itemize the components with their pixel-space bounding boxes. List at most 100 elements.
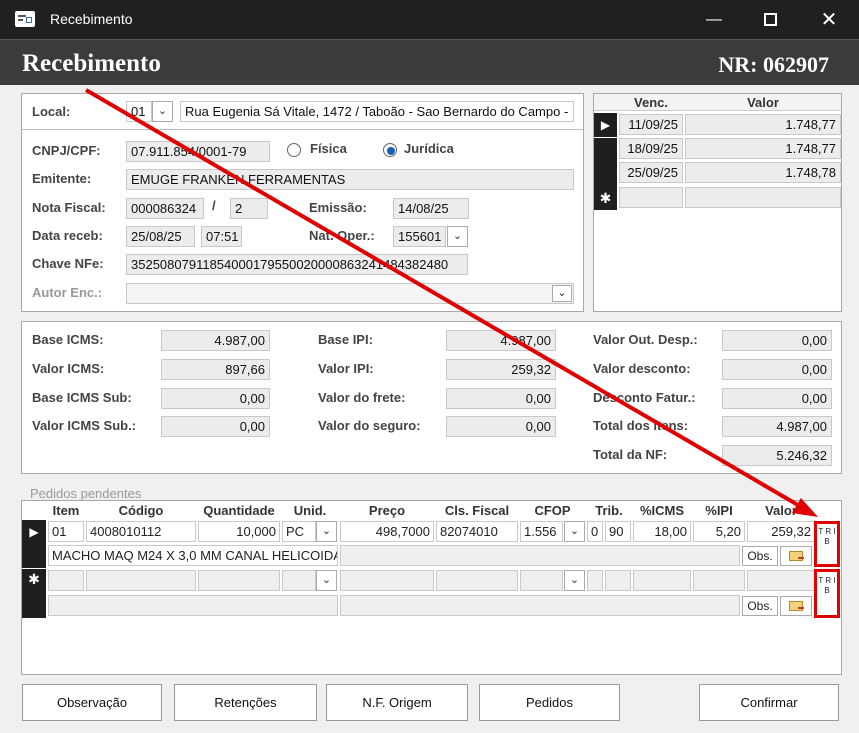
venc-valor-cell[interactable]: 1.748,78 <box>685 162 841 183</box>
venc-date-cell[interactable]: 25/09/25 <box>619 162 683 183</box>
window-title: Recebimento <box>50 11 133 27</box>
chevron-down-icon[interactable]: ⌄ <box>316 521 337 542</box>
col-preco-header: Preço <box>368 503 406 518</box>
total-itens-field[interactable]: 4.987,00 <box>722 416 832 437</box>
new-unid-cell[interactable] <box>282 570 316 591</box>
venc-valor-cell[interactable]: 1.748,77 <box>685 114 841 135</box>
observacao-button[interactable]: Observação <box>22 684 162 721</box>
new-trib1-cell[interactable] <box>587 570 603 591</box>
chevron-down-icon[interactable]: ⌄ <box>564 521 585 542</box>
new-valor-cell[interactable] <box>747 570 815 591</box>
new-ipi-cell[interactable] <box>693 570 745 591</box>
item-trib-cst-cell[interactable]: 90 <box>605 521 631 542</box>
venc-date-cell[interactable]: 18/09/25 <box>619 138 683 159</box>
new-cfop-cell[interactable] <box>520 570 563 591</box>
valor-icms-sub-field[interactable]: 0,00 <box>161 416 270 437</box>
minimize-icon[interactable]: — <box>694 6 734 34</box>
item-preco-cell[interactable]: 498,7000 <box>340 521 434 542</box>
valor-ipi-field[interactable]: 259,32 <box>446 359 556 380</box>
close-icon[interactable]: ✕ <box>809 6 849 34</box>
local-label: Local: <box>32 104 71 119</box>
item-descricao-cell[interactable]: MACHO MAQ M24 X 3,0 MM CANAL HELICOIDA <box>48 545 338 566</box>
base-ipi-field[interactable]: 4.987,00 <box>446 330 556 351</box>
new-row-asterisk-icon[interactable]: ✱ <box>22 569 46 618</box>
new-item-cell[interactable] <box>48 570 84 591</box>
edit-note-icon[interactable] <box>780 546 812 566</box>
local-address-field[interactable]: Rua Eugenia Sá Vitale, 1472 / Taboão - S… <box>180 101 574 122</box>
chevron-down-icon[interactable]: ⌄ <box>552 285 572 302</box>
desc-fatur-field[interactable]: 0,00 <box>722 388 832 409</box>
chave-nfe-field[interactable]: 3525080791185400017955002000086324148438… <box>126 254 468 275</box>
trib-button[interactable]: T R I B <box>814 521 840 567</box>
item-quantidade-cell[interactable]: 10,000 <box>198 521 280 542</box>
emissao-field[interactable]: 14/08/25 <box>393 198 469 219</box>
item-cfop-cell[interactable]: 1.556 <box>520 521 563 542</box>
chevron-down-icon[interactable]: ⌄ <box>447 226 468 247</box>
emitente-field[interactable]: EMUGE FRANKEN FERRAMENTAS <box>126 169 574 190</box>
valor-ipi-label: Valor IPI: <box>318 361 374 376</box>
pedidos-button[interactable]: Pedidos <box>479 684 620 721</box>
col-icms-header: %ICMS <box>639 503 685 518</box>
hora-receb-field[interactable]: 07:51 <box>201 226 242 247</box>
nf-origem-button[interactable]: N.F. Origem <box>326 684 468 721</box>
chevron-down-icon[interactable]: ⌄ <box>564 570 585 591</box>
valor-seguro-field[interactable]: 0,00 <box>446 416 556 437</box>
window-titlebar: Recebimento — ✕ <box>0 0 859 39</box>
venc-new-valor-cell[interactable] <box>685 187 841 208</box>
base-icms-sub-field[interactable]: 0,00 <box>161 388 270 409</box>
new-icms-cell[interactable] <box>633 570 691 591</box>
obs-button[interactable]: Obs. <box>742 596 778 616</box>
new-trib2-cell[interactable] <box>605 570 631 591</box>
new-row-asterisk-icon[interactable]: ✱ <box>594 186 617 210</box>
valor-icms-label: Valor ICMS: <box>32 361 105 376</box>
item-number-cell[interactable]: 01 <box>48 521 84 542</box>
item-icms-cell[interactable]: 18,00 <box>633 521 691 542</box>
item-ipi-cell[interactable]: 5,20 <box>693 521 745 542</box>
base-icms-field[interactable]: 4.987,00 <box>161 330 270 351</box>
new-preco-cell[interactable] <box>340 570 434 591</box>
item-codigo-cell[interactable]: 4008010112 <box>86 521 196 542</box>
desconto-label: Valor desconto: <box>593 361 691 376</box>
venc-date-cell[interactable]: 11/09/25 <box>619 114 683 135</box>
chevron-down-icon[interactable]: ⌄ <box>152 101 173 122</box>
juridica-radio[interactable] <box>383 143 397 157</box>
new-descricao-ext-cell[interactable] <box>340 595 740 616</box>
new-quantidade-cell[interactable] <box>198 570 280 591</box>
nat-oper-field[interactable]: 155601 <box>393 226 446 247</box>
data-receb-field[interactable]: 25/08/25 <box>126 226 195 247</box>
chevron-down-icon[interactable]: ⌄ <box>316 570 337 591</box>
new-codigo-cell[interactable] <box>86 570 196 591</box>
cnpj-field[interactable]: 07.911.854/0001-79 <box>126 141 270 162</box>
edit-note-icon[interactable] <box>780 596 812 616</box>
row-selector[interactable] <box>594 162 617 186</box>
autor-enc-select[interactable] <box>126 283 574 304</box>
desconto-field[interactable]: 0,00 <box>722 359 832 380</box>
total-nf-field[interactable]: 5.246,32 <box>722 445 832 466</box>
retencoes-button[interactable]: Retenções <box>174 684 317 721</box>
row-selector[interactable] <box>594 138 617 162</box>
new-cls-fiscal-cell[interactable] <box>436 570 518 591</box>
nota-fiscal-field[interactable]: 000086324 <box>126 198 204 219</box>
item-valor-cell[interactable]: 259,32 <box>747 521 815 542</box>
row-selector-arrow-icon[interactable]: ▶ <box>22 520 46 568</box>
valor-icms-field[interactable]: 897,66 <box>161 359 270 380</box>
item-descricao-ext-cell[interactable] <box>340 545 740 566</box>
confirmar-button[interactable]: Confirmar <box>699 684 839 721</box>
venc-new-date-cell[interactable] <box>619 187 683 208</box>
pedidos-pendentes-label: Pedidos pendentes <box>30 486 142 501</box>
item-unid-cell[interactable]: PC <box>282 521 316 542</box>
item-trib-origem-cell[interactable]: 0 <box>587 521 603 542</box>
trib-button[interactable]: T R I B <box>814 569 840 618</box>
form-header: Recebimento NR: 062907 <box>0 39 859 85</box>
nf-serie-field[interactable]: 2 <box>230 198 268 219</box>
obs-button[interactable]: Obs. <box>742 546 778 566</box>
new-descricao-cell[interactable] <box>48 595 338 616</box>
item-cls-fiscal-cell[interactable]: 82074010 <box>436 521 518 542</box>
venc-valor-cell[interactable]: 1.748,77 <box>685 138 841 159</box>
valor-frete-field[interactable]: 0,00 <box>446 388 556 409</box>
fisica-radio[interactable] <box>287 143 301 157</box>
local-code-field[interactable]: 01 <box>126 101 152 122</box>
row-selector-arrow-icon[interactable]: ▶ <box>594 113 617 137</box>
out-desp-field[interactable]: 0,00 <box>722 330 832 351</box>
maximize-icon[interactable] <box>750 6 790 34</box>
